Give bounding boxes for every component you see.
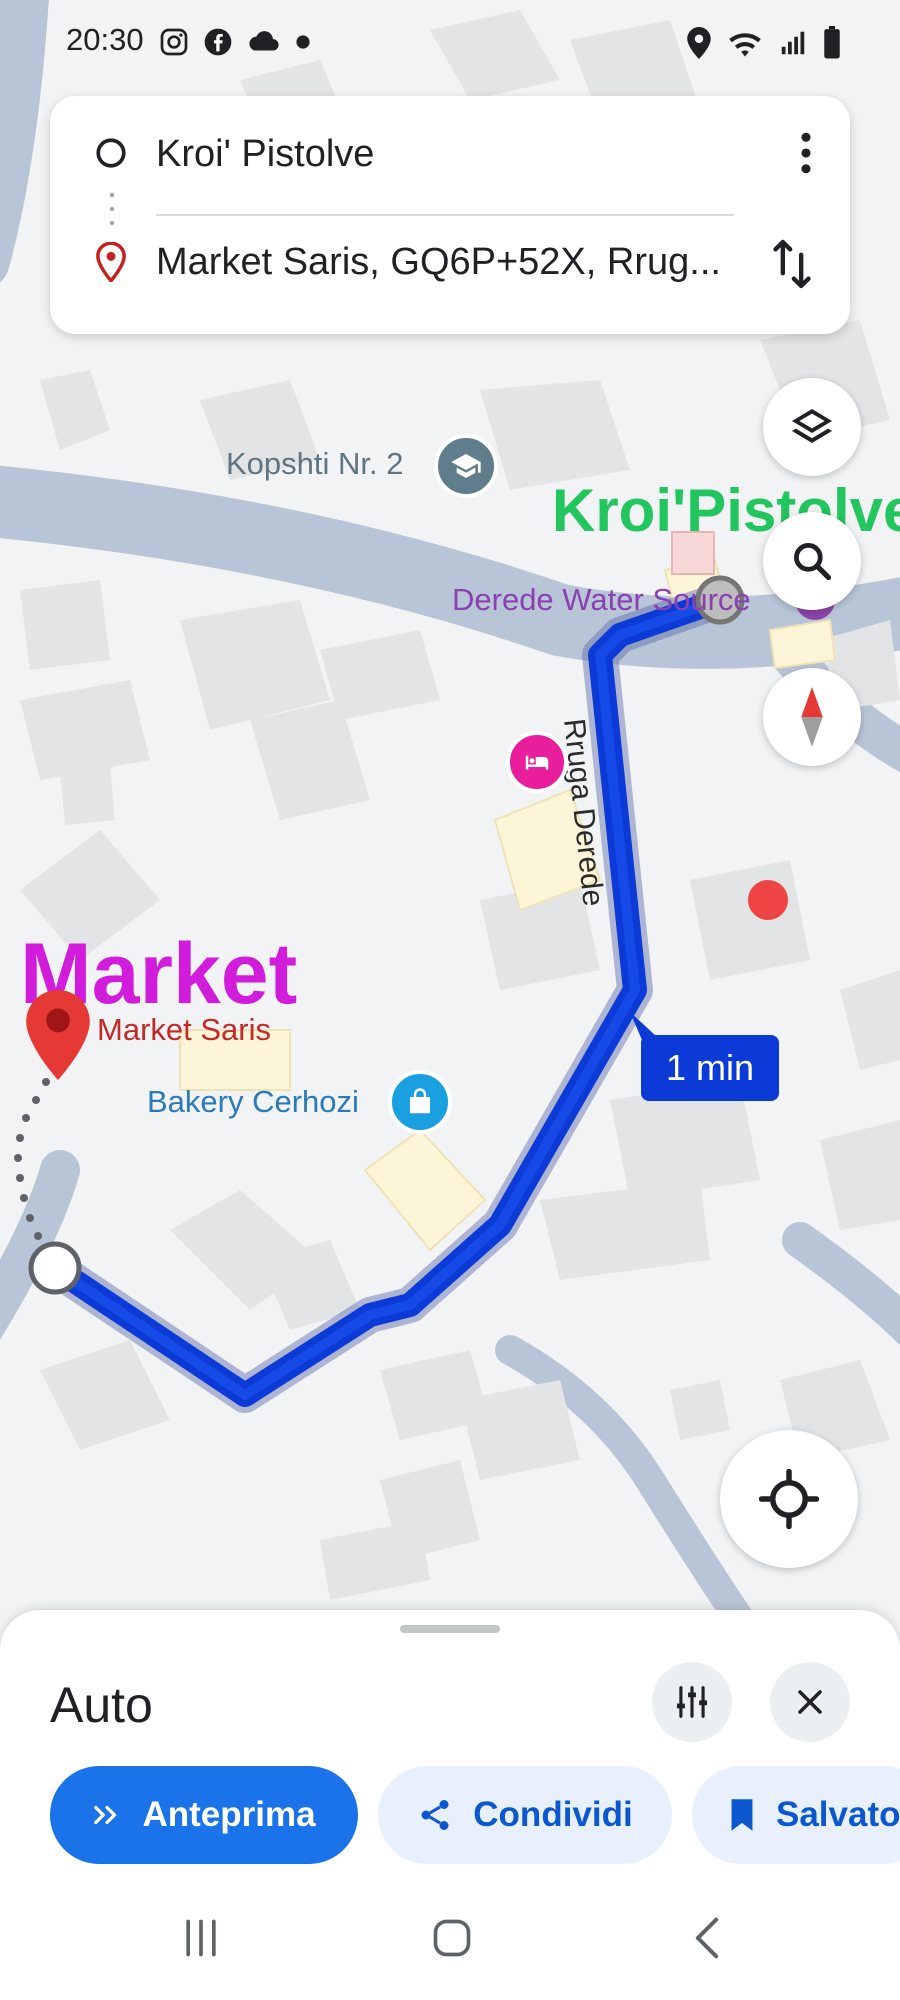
preview-button-label: Anteprima [142, 1795, 316, 1834]
compass-icon [801, 687, 823, 747]
bakery-label[interactable]: Bakery Cerhozi [147, 1084, 359, 1120]
home-icon[interactable] [430, 1916, 474, 1960]
red-dot-marker [748, 880, 788, 920]
lodging-pin-icon[interactable] [506, 731, 568, 793]
battery-icon [824, 26, 840, 59]
origin-row[interactable]: Kroi' Pistolve [50, 96, 850, 206]
layers-icon [792, 409, 832, 443]
origin-field[interactable]: Kroi' Pistolve [156, 133, 374, 176]
wifi-icon [729, 33, 761, 57]
search-icon [794, 543, 832, 581]
status-left-icons [158, 26, 314, 58]
destination-pin-label[interactable]: Market Saris [97, 1012, 271, 1048]
search-along-route-button[interactable] [763, 512, 861, 610]
cloud-icon [249, 31, 279, 51]
status-right-icons [686, 26, 842, 60]
dot-icon [296, 35, 310, 49]
my-location-icon [759, 1469, 819, 1529]
kindergarten-label[interactable]: Kopshti Nr. 2 [226, 446, 403, 482]
recent-apps-icon[interactable] [178, 1916, 224, 1960]
signal-icon [781, 31, 805, 55]
eta-badge-pointer [630, 1012, 656, 1040]
location-icon [687, 27, 711, 59]
system-navigation-bar [0, 1870, 900, 2000]
origin-circle-icon [96, 138, 126, 168]
share-button[interactable]: Condividi [378, 1766, 672, 1864]
route-options-button[interactable] [652, 1662, 732, 1742]
share-icon [421, 1800, 449, 1830]
instagram-icon [160, 28, 188, 56]
shopping-pin-icon[interactable] [388, 1070, 452, 1134]
tune-icon [676, 1686, 708, 1718]
swap-directions-icon[interactable] [770, 238, 814, 290]
school-pin-icon[interactable] [434, 434, 498, 498]
water-source-label[interactable]: Derede Water Source [452, 582, 751, 618]
directions-card: Kroi' Pistolve Market Saris, GQ6P+52X, R… [50, 96, 850, 334]
layers-button[interactable] [763, 378, 861, 476]
more-options-icon[interactable] [798, 132, 814, 174]
bookmark-icon [731, 1799, 753, 1831]
drag-handle[interactable] [400, 1625, 500, 1633]
destination-marker-icon [96, 242, 126, 282]
compass-button[interactable] [763, 668, 861, 766]
save-button[interactable]: Salvato [692, 1766, 900, 1864]
route-end-marker [28, 1241, 82, 1295]
destination-field[interactable]: Market Saris, GQ6P+52X, Rrug... [156, 241, 736, 284]
facebook-icon [204, 28, 232, 56]
destination-row[interactable]: Market Saris, GQ6P+52X, Rrug... [50, 214, 850, 324]
travel-mode-title: Auto [50, 1677, 153, 1733]
share-button-label: Condividi [473, 1795, 633, 1834]
preview-button[interactable]: Anteprima [50, 1766, 358, 1864]
eta-badge[interactable]: 1 min [641, 1035, 779, 1101]
close-button[interactable] [770, 1662, 850, 1742]
back-icon[interactable] [690, 1916, 724, 1960]
double-chevron-icon [94, 1805, 117, 1825]
my-location-button[interactable] [720, 1430, 858, 1568]
destination-pin-icon[interactable] [26, 990, 90, 1085]
status-time: 20:30 [66, 22, 144, 57]
save-button-label: Salvato [776, 1795, 900, 1834]
status-bar: 20:30 [0, 0, 900, 90]
close-icon [798, 1690, 822, 1714]
